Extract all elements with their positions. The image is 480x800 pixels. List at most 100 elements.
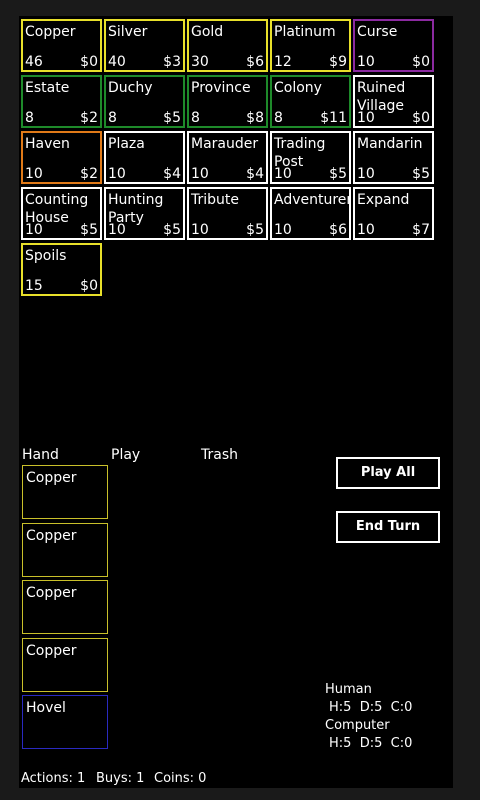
supply-card-cost: $5 [246,222,264,238]
supply-card-count: 12 [274,54,292,70]
supply-card-cost: $5 [412,166,430,182]
hand-card[interactable]: Copper [22,637,108,692]
supply-card-count: 10 [25,222,43,238]
supply-card-count: 10 [274,166,292,182]
supply-card-name: Curse [357,24,398,40]
coins-counter: Coins: 0 [154,771,207,786]
supply-card-count: 30 [191,54,209,70]
supply-card[interactable]: Copper 46 $0 [21,19,102,72]
supply-card-count: 10 [357,110,375,126]
supply-card-count: 10 [108,166,126,182]
supply-card-count: 40 [108,54,126,70]
trash-label: Trash [201,447,238,463]
supply-card[interactable]: Silver 40 $3 [104,19,185,72]
supply-card-count: 10 [25,166,43,182]
play-label: Play [111,447,141,463]
supply-card[interactable]: Counting House 10 $5 [21,187,102,240]
supply-card-name: Mandarin [357,136,423,152]
actions-counter: Actions: 1 [21,771,86,786]
hand-card[interactable]: Hovel [22,695,108,749]
supply-card[interactable]: Adventurer 10 $6 [270,187,351,240]
supply-card-name: Spoils [25,248,67,264]
supply-card[interactable]: Ruined Village 10 $0 [353,75,434,128]
supply-card-cost: $8 [246,110,264,126]
buys-counter: Buys: 1 [96,771,145,786]
supply-card[interactable]: Trading Post 10 $5 [270,131,351,184]
supply-card-cost: $2 [80,110,98,126]
game-board: Copper 46 $0 Silver 40 $3 Gold 30 $6 Platinum 12 $9… [19,16,453,788]
supply-card[interactable]: Haven 10 $2 [21,131,102,184]
supply-card-count: 15 [25,278,43,294]
supply-card-name: Platinum [274,24,336,40]
supply-card-cost: $4 [246,166,264,182]
hand-card-name: Copper [26,470,77,486]
supply-card-cost: $0 [412,54,430,70]
supply-card[interactable]: Estate 8 $2 [21,75,102,128]
supply-card[interactable]: Platinum 12 $9 [270,19,351,72]
supply-card-count: 8 [108,110,117,126]
supply-card-count: 10 [191,166,209,182]
supply-card-cost: $5 [163,222,181,238]
supply-card-name: Haven [25,136,70,152]
hand-card-name: Copper [26,585,77,601]
supply-card-count: 8 [274,110,283,126]
supply-card-count: 46 [25,54,43,70]
supply-card-cost: $5 [80,222,98,238]
hand-card[interactable]: Copper [22,580,108,634]
supply-card-cost: $4 [163,166,181,182]
end-turn-button[interactable]: End Turn [336,511,440,543]
supply-card-name: Adventurer [274,192,351,208]
supply-card-name: Duchy [108,80,153,96]
supply-card-cost: $11 [320,110,347,126]
hand-label: Hand [22,447,59,463]
supply-card-name: Plaza [108,136,145,152]
supply-card-cost: $7 [412,222,430,238]
hand-card-name: Copper [26,642,77,659]
human-label: Human [325,682,372,697]
supply-card-cost: $2 [80,166,98,182]
supply-card[interactable]: Hunting Party 10 $5 [104,187,185,240]
supply-card-name: Province [191,80,251,96]
supply-card[interactable]: Plaza 10 $4 [104,131,185,184]
supply-card-cost: $6 [329,222,347,238]
supply-card[interactable]: Tribute 10 $5 [187,187,268,240]
supply-card-name: Silver [108,24,148,40]
supply-card-name: Expand [357,192,410,208]
supply-card-count: 10 [108,222,126,238]
computer-stats: H:5 D:5 C:0 [329,736,413,751]
supply-card[interactable]: Expand 10 $7 [353,187,434,240]
supply-card-cost: $9 [329,54,347,70]
play-all-button[interactable]: Play All [336,457,440,489]
computer-label: Computer [325,718,390,733]
human-stats: H:5 D:5 C:0 [329,700,413,715]
supply-card[interactable]: Colony 8 $11 [270,75,351,128]
supply-card-cost: $6 [246,54,264,70]
supply-card-count: 10 [357,222,375,238]
supply-card-count: 8 [25,110,34,126]
supply-card-name: Estate [25,80,70,96]
hand-card-name: Copper [26,527,77,544]
supply-card-name: Copper [25,24,76,40]
supply-card-cost: $5 [329,166,347,182]
supply-card-count: 10 [357,166,375,182]
supply-card-name: Gold [191,24,224,40]
supply-card-cost: $3 [163,54,181,70]
hand-card[interactable]: Copper [22,522,108,577]
supply-card[interactable]: Spoils 15 $0 [21,243,102,296]
supply-card[interactable]: Marauder 10 $4 [187,131,268,184]
supply-card-cost: $5 [163,110,181,126]
hand-card-name: Hovel [26,700,66,716]
supply-card[interactable]: Curse 10 $0 [353,19,434,72]
hand-card[interactable]: Copper [22,465,108,519]
supply-card-count: 10 [274,222,292,238]
supply-card-count: 10 [357,54,375,70]
supply-card-count: 10 [191,222,209,238]
supply-card[interactable]: Gold 30 $6 [187,19,268,72]
supply-card-name: Tribute [191,192,240,208]
supply-card[interactable]: Province 8 $8 [187,75,268,128]
supply-card[interactable]: Duchy 8 $5 [104,75,185,128]
supply-card-count: 8 [191,110,200,126]
supply-card-name: Colony [274,80,322,96]
supply-card-cost: $0 [80,54,98,70]
supply-card[interactable]: Mandarin 10 $5 [353,131,434,184]
